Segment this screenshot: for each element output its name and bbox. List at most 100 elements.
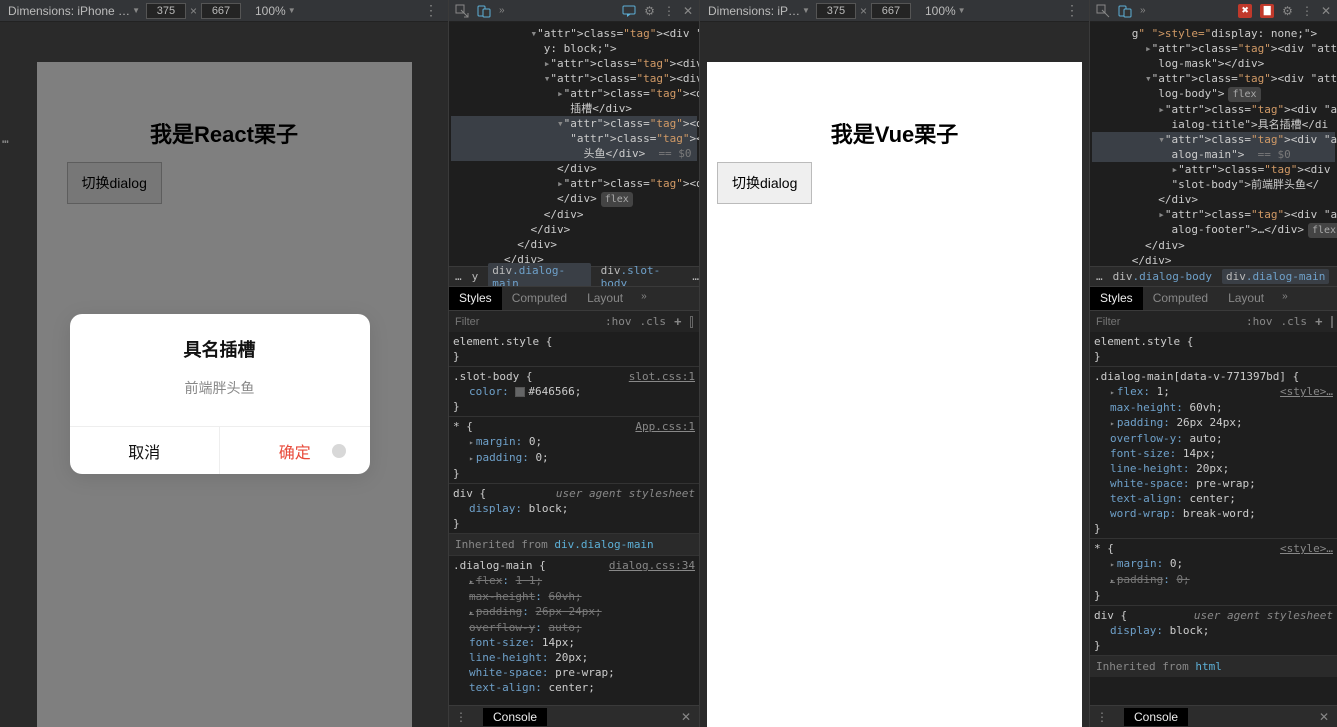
console-tab[interactable]: Console <box>1124 708 1188 726</box>
console-tab[interactable]: Console <box>483 708 547 726</box>
dom-line[interactable]: log-mask"></div> <box>1092 56 1335 71</box>
more-icon[interactable]: ⋮ <box>418 2 444 19</box>
error-badge[interactable]: ✖ <box>1238 4 1252 18</box>
dom-line[interactable]: ▾"attr">class="tag"><div "attr">data-v-7… <box>1092 71 1335 86</box>
message-icon[interactable] <box>622 4 636 18</box>
close-icon[interactable]: ✕ <box>1321 4 1331 18</box>
new-rule-icon[interactable]: + <box>1315 314 1323 329</box>
dimensions-dropdown[interactable]: Dimensions: iPhone …▼ <box>4 4 144 18</box>
right-sim-canvas: 我是Vue栗子 切换dialog <box>700 22 1089 727</box>
zoom-dropdown[interactable]: 100%▼ <box>251 4 300 18</box>
dom-line[interactable]: g" ">style="display: none;"> <box>1092 26 1335 41</box>
elements-breadcrumb[interactable]: … div.dialog-body div.dialog-main <box>1090 266 1337 286</box>
dom-line[interactable]: alog-main"> == $0 <box>1092 147 1335 162</box>
close-icon[interactable]: ✕ <box>683 4 693 18</box>
dom-line[interactable]: …"attr">class="tag"><div "attr">class="s… <box>451 131 697 146</box>
dom-line[interactable]: ▾"attr">class="tag"><div "attr">class="d… <box>451 71 697 86</box>
dom-line[interactable]: </div> <box>451 222 697 237</box>
styles-rules[interactable]: element.style {}.dialog-main[data-v-7713… <box>1090 332 1337 705</box>
dom-line[interactable]: ▾"attr">class="tag"><div "attr">class="d… <box>451 26 697 41</box>
gear-icon[interactable]: ⚙ <box>1282 4 1293 18</box>
drawer-close-icon[interactable]: ✕ <box>673 710 699 724</box>
css-rule[interactable]: element.style {} <box>1090 332 1337 366</box>
device-icon[interactable] <box>1118 4 1132 18</box>
tab-styles[interactable]: Styles <box>1090 287 1143 310</box>
modal-ok-button[interactable]: 确定 <box>220 427 370 474</box>
dom-line[interactable]: ▸"attr">class="tag"><div "attr">data-v-7… <box>1092 41 1335 56</box>
css-rule[interactable]: .slot-body {slot.css:1color: #646566;} <box>449 366 699 416</box>
chevron-right-icon[interactable]: » <box>1140 5 1146 16</box>
width-input[interactable] <box>816 3 856 19</box>
inspect-icon[interactable] <box>1096 4 1110 18</box>
dom-line[interactable]: 插槽</div> <box>451 101 697 116</box>
more-icon[interactable]: ⋮ <box>1059 2 1085 19</box>
toggle-computed-icon[interactable] <box>1331 316 1333 328</box>
drawer-handle-icon[interactable]: ⋮ <box>1090 710 1114 724</box>
css-rule[interactable]: div {user agent stylesheetdisplay: block… <box>449 483 699 533</box>
css-rule[interactable]: * {<style>…▸margin: 0;▸padding: 0;} <box>1090 538 1337 605</box>
dom-line[interactable]: ▸"attr">class="tag"><div "attr">class="d… <box>451 176 697 191</box>
dom-line[interactable]: ▾"attr">class="tag"><div "attr">class="d… <box>451 116 697 131</box>
more-icon[interactable]: ⋮ <box>663 4 675 18</box>
dom-line[interactable]: </div> <box>451 237 697 252</box>
tabs-more-icon[interactable]: » <box>633 287 655 310</box>
css-rule[interactable]: element.style {} <box>449 332 699 366</box>
zoom-dropdown[interactable]: 100%▼ <box>921 4 970 18</box>
dom-line[interactable]: </div> <box>451 207 697 222</box>
dom-line[interactable]: ▸"attr">class="tag"><div "attr">class="d… <box>451 86 697 101</box>
issues-badge[interactable]: ▇ <box>1260 4 1274 18</box>
width-input[interactable] <box>146 3 186 19</box>
dom-line[interactable]: 头鱼</div> == $0 <box>451 146 697 161</box>
drawer-handle-icon[interactable]: ⋮ <box>449 710 473 724</box>
modal-cancel-button[interactable]: 取消 <box>70 427 221 474</box>
styles-filter-input[interactable] <box>455 316 597 328</box>
height-input[interactable] <box>201 3 241 19</box>
toggle-computed-icon[interactable] <box>690 316 693 328</box>
css-rule[interactable]: .dialog-main[data-v-771397bd] {<style>…▸… <box>1090 366 1337 538</box>
hov-toggle[interactable]: :hov <box>1246 315 1273 328</box>
elements-dom-tree[interactable]: g" ">style="display: none;"> ▸"attr">cla… <box>1090 22 1337 266</box>
dom-line[interactable]: ▸"attr">class="tag"><div "attr">class="d… <box>451 56 697 71</box>
tab-layout[interactable]: Layout <box>577 287 633 310</box>
tab-computed[interactable]: Computed <box>1143 287 1218 310</box>
cls-toggle[interactable]: .cls <box>1281 315 1308 328</box>
dom-line[interactable]: </div> <box>1092 238 1335 253</box>
elements-breadcrumb[interactable]: … y div.dialog-main div.slot-body … <box>449 266 699 286</box>
css-rule[interactable]: .dialog-main {dialog.css:34▸flex: 1 1;ma… <box>449 555 699 697</box>
dom-line[interactable]: ▸"attr">class="tag"><div "attr">data-v-7… <box>1092 102 1335 117</box>
tabs-more-icon[interactable]: » <box>1274 287 1296 310</box>
device-icon[interactable] <box>477 4 491 18</box>
tab-layout[interactable]: Layout <box>1218 287 1274 310</box>
dom-line[interactable]: ialog-title">具名插槽</di <box>1092 117 1335 132</box>
dom-line[interactable]: ▸"attr">class="tag"><div "attr">data-v-7… <box>1092 162 1335 177</box>
drawer-close-icon[interactable]: ✕ <box>1311 710 1337 724</box>
tab-computed[interactable]: Computed <box>502 287 577 310</box>
dom-line[interactable]: alog-footer">…</div>flex <box>1092 222 1335 238</box>
new-rule-icon[interactable]: + <box>674 314 682 329</box>
elements-dom-tree[interactable]: ▾"attr">class="tag"><div "attr">class="d… <box>449 22 699 266</box>
gear-icon[interactable]: ⚙ <box>644 4 655 18</box>
dom-line[interactable]: …▾"attr">class="tag"><div "attr">data-v-… <box>1092 132 1335 147</box>
dom-line[interactable]: </div> <box>1092 192 1335 207</box>
cls-toggle[interactable]: .cls <box>640 315 667 328</box>
dom-line[interactable]: </div>flex <box>451 191 697 207</box>
css-rule[interactable]: * {App.css:1▸margin: 0;▸padding: 0;} <box>449 416 699 483</box>
dom-line[interactable]: ▸"attr">class="tag"><div "attr">data-v-7… <box>1092 207 1335 222</box>
styles-filter-input[interactable] <box>1096 316 1238 328</box>
dom-line[interactable]: "slot-body">前端胖头鱼</ <box>1092 177 1335 192</box>
dimensions-dropdown[interactable]: Dimensions: iP…▼ <box>704 4 814 18</box>
css-rule[interactable]: div {user agent stylesheetdisplay: block… <box>1090 605 1337 655</box>
more-icon[interactable]: ⋮ <box>1301 4 1313 18</box>
dom-line[interactable]: </div> <box>1092 253 1335 266</box>
chevron-right-icon[interactable]: » <box>499 5 505 16</box>
hov-toggle[interactable]: :hov <box>605 315 632 328</box>
height-input[interactable] <box>871 3 911 19</box>
dom-line[interactable]: y: block;"> <box>451 41 697 56</box>
dom-line[interactable]: log-body">flex <box>1092 86 1335 102</box>
tab-styles[interactable]: Styles <box>449 287 502 310</box>
dom-line[interactable]: </div> <box>451 161 697 176</box>
styles-rules[interactable]: element.style {}.slot-body {slot.css:1co… <box>449 332 699 705</box>
toggle-dialog-button[interactable]: 切换dialog <box>717 162 812 204</box>
inspect-icon[interactable] <box>455 4 469 18</box>
console-drawer: ⋮ Console ✕ <box>449 705 699 727</box>
